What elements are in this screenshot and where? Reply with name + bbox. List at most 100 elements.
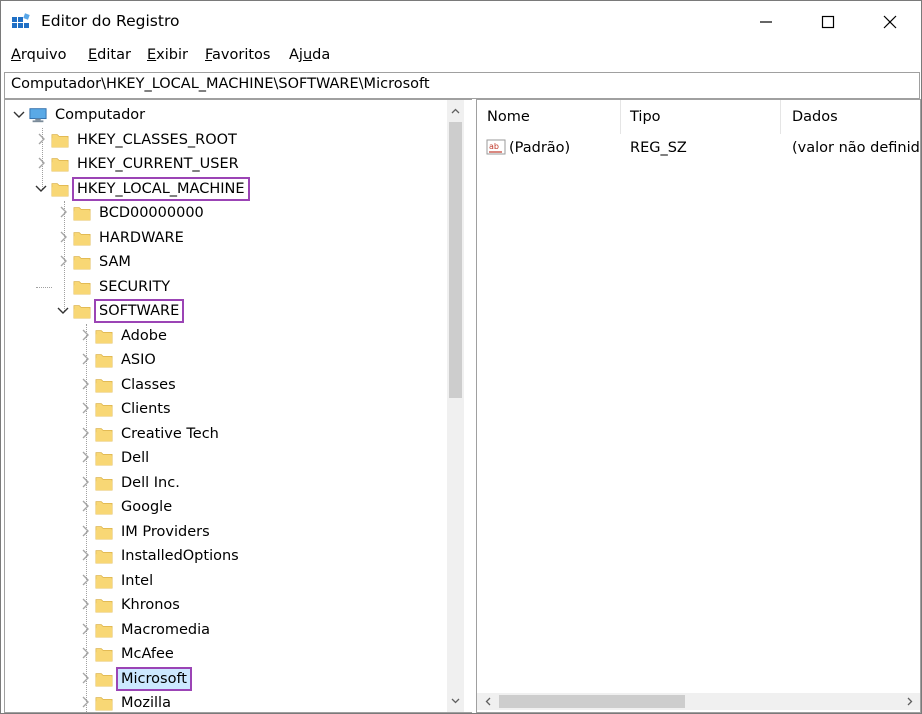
tree-item-hkey-current-user[interactable]: HKEY_CURRENT_USER xyxy=(5,152,445,176)
chevron-right-icon[interactable] xyxy=(55,204,71,220)
menu-ajuda[interactable]: Ajuda xyxy=(289,47,330,63)
tree-item-mozilla[interactable]: Mozilla xyxy=(5,691,445,712)
tree-item-asio[interactable]: ASIO xyxy=(5,348,445,372)
folder-icon xyxy=(95,648,113,662)
tree-item-clients[interactable]: Clients xyxy=(5,397,445,421)
tree-vertical-scrollbar[interactable] xyxy=(447,100,464,712)
chevron-right-icon[interactable] xyxy=(33,155,49,171)
chevron-up-icon xyxy=(451,108,460,113)
menu-bar: Arquivo Editar Exibir Favoritos Ajuda xyxy=(1,43,921,70)
tree-item-label: HKEY_CLASSES_ROOT xyxy=(77,131,237,148)
chevron-right-icon[interactable] xyxy=(77,523,93,539)
tree-item-dell-inc[interactable]: Dell Inc. xyxy=(5,471,445,495)
column-divider[interactable] xyxy=(780,100,781,134)
chevron-right-icon[interactable] xyxy=(55,253,71,269)
tree-item-creative-tech[interactable]: Creative Tech xyxy=(5,422,445,446)
folder-icon xyxy=(73,207,91,221)
tree-item-hkey-local-machine[interactable]: HKEY_LOCAL_MACHINE xyxy=(5,176,445,201)
chevron-right-icon[interactable] xyxy=(77,572,93,588)
tree-item-label: SOFTWARE xyxy=(93,299,185,323)
chevron-right-icon[interactable] xyxy=(77,670,93,686)
tree-item-label: HARDWARE xyxy=(99,229,184,246)
tree-item-hkey-classes-root[interactable]: HKEY_CLASSES_ROOT xyxy=(5,128,445,152)
column-header-dados[interactable]: Dados xyxy=(782,100,920,134)
maximize-button[interactable] xyxy=(805,1,851,43)
tree-item-classes[interactable]: Classes xyxy=(5,373,445,397)
tree-item-label: IM Providers xyxy=(121,523,210,540)
chevron-right-icon[interactable] xyxy=(77,596,93,612)
list-horizontal-scrollbar[interactable] xyxy=(477,693,920,710)
tree-item-label: Mozilla xyxy=(121,695,171,711)
menu-exibir[interactable]: Exibir xyxy=(147,47,188,63)
tree-item-macromedia[interactable]: Macromedia xyxy=(5,618,445,642)
tree-item-im-providers[interactable]: IM Providers xyxy=(5,520,445,544)
chevron-right-icon[interactable] xyxy=(77,400,93,416)
chevron-right-icon xyxy=(907,697,912,706)
title-bar: Editor do Registro xyxy=(1,1,921,43)
values-list-pane[interactable]: Nome Tipo Dados ab (Padrão) REG_SZ (valo… xyxy=(476,99,921,713)
tree-item-sam[interactable]: SAM xyxy=(5,250,445,274)
chevron-right-icon[interactable] xyxy=(77,449,93,465)
chevron-left-icon xyxy=(485,697,490,706)
menu-arquivo[interactable]: Arquivo xyxy=(11,47,67,63)
chevron-right-icon[interactable] xyxy=(33,131,49,147)
tree-item-label: Clients xyxy=(121,401,171,417)
tree-item-installedoptions[interactable]: InstalledOptions xyxy=(5,544,445,568)
tree-item-adobe[interactable]: Adobe xyxy=(5,324,445,348)
value-type: REG_SZ xyxy=(630,140,687,156)
tree-item-computador[interactable]: Computador xyxy=(5,103,445,127)
window-title: Editor do Registro xyxy=(41,12,180,30)
tree-item-microsoft[interactable]: Microsoft xyxy=(5,666,445,691)
tree-item-hardware[interactable]: HARDWARE xyxy=(5,226,445,250)
folder-icon xyxy=(51,158,69,172)
chevron-right-icon[interactable] xyxy=(77,474,93,490)
chevron-down-icon[interactable] xyxy=(55,302,71,318)
scroll-right-button[interactable] xyxy=(901,693,918,710)
tree-item-dell[interactable]: Dell xyxy=(5,446,445,470)
address-path[interactable]: Computador\HKEY_LOCAL_MACHINE\SOFTWARE\M… xyxy=(11,76,430,92)
scroll-up-button[interactable] xyxy=(447,102,464,119)
tree-item-security[interactable]: SECURITY xyxy=(5,275,445,299)
scroll-left-button[interactable] xyxy=(479,693,496,710)
chevron-right-icon[interactable] xyxy=(77,694,93,710)
column-header-nome[interactable]: Nome xyxy=(477,100,620,134)
chevron-down-icon[interactable] xyxy=(11,106,27,122)
list-scroll-thumb[interactable] xyxy=(499,695,685,708)
menu-favoritos[interactable]: Favoritos xyxy=(205,47,270,63)
close-icon xyxy=(883,15,897,29)
chevron-down-icon[interactable] xyxy=(33,180,49,196)
tree-item-label: BCD00000000 xyxy=(99,205,204,221)
tree-item-khronos[interactable]: Khronos xyxy=(5,593,445,617)
chevron-right-icon[interactable] xyxy=(77,327,93,343)
tree-item-bcd00000000[interactable]: BCD00000000 xyxy=(5,201,445,225)
key-tree-pane[interactable]: Computador HKEY_CLASSES_ROOT HKEY_CURRENT_… xyxy=(4,99,474,713)
chevron-right-icon[interactable] xyxy=(55,229,71,245)
tree-item-label: SECURITY xyxy=(99,278,171,295)
chevron-right-icon[interactable] xyxy=(77,645,93,661)
tree-item-software[interactable]: SOFTWARE xyxy=(5,299,445,323)
tree-item-google[interactable]: Google xyxy=(5,495,445,519)
close-button[interactable] xyxy=(867,1,913,43)
chevron-right-icon[interactable] xyxy=(77,547,93,563)
scroll-down-button[interactable] xyxy=(447,692,464,709)
registry-editor-app-icon xyxy=(12,13,30,28)
folder-icon xyxy=(51,182,69,197)
chevron-right-icon[interactable] xyxy=(77,425,93,441)
chevron-right-icon[interactable] xyxy=(77,376,93,392)
tree-item-mcafee[interactable]: McAfee xyxy=(5,642,445,666)
tree-scroll-thumb[interactable] xyxy=(449,122,462,398)
menu-editar[interactable]: Editar xyxy=(88,47,131,63)
computer-icon xyxy=(29,108,47,123)
folder-icon xyxy=(73,256,91,270)
tree-item-label: Classes xyxy=(121,376,176,393)
tree-item-label: SAM xyxy=(99,254,131,270)
chevron-right-icon[interactable] xyxy=(77,351,93,367)
tree-item-label: Macromedia xyxy=(121,621,211,638)
chevron-right-icon[interactable] xyxy=(77,498,93,514)
tree-item-label: Dell Inc. xyxy=(121,474,180,491)
address-bar[interactable]: Computador\HKEY_LOCAL_MACHINE\SOFTWARE\M… xyxy=(4,72,920,99)
tree-item-intel[interactable]: Intel xyxy=(5,569,445,593)
minimize-button[interactable] xyxy=(743,1,789,43)
chevron-right-icon[interactable] xyxy=(77,621,93,637)
column-header-tipo[interactable]: Tipo xyxy=(620,100,780,134)
